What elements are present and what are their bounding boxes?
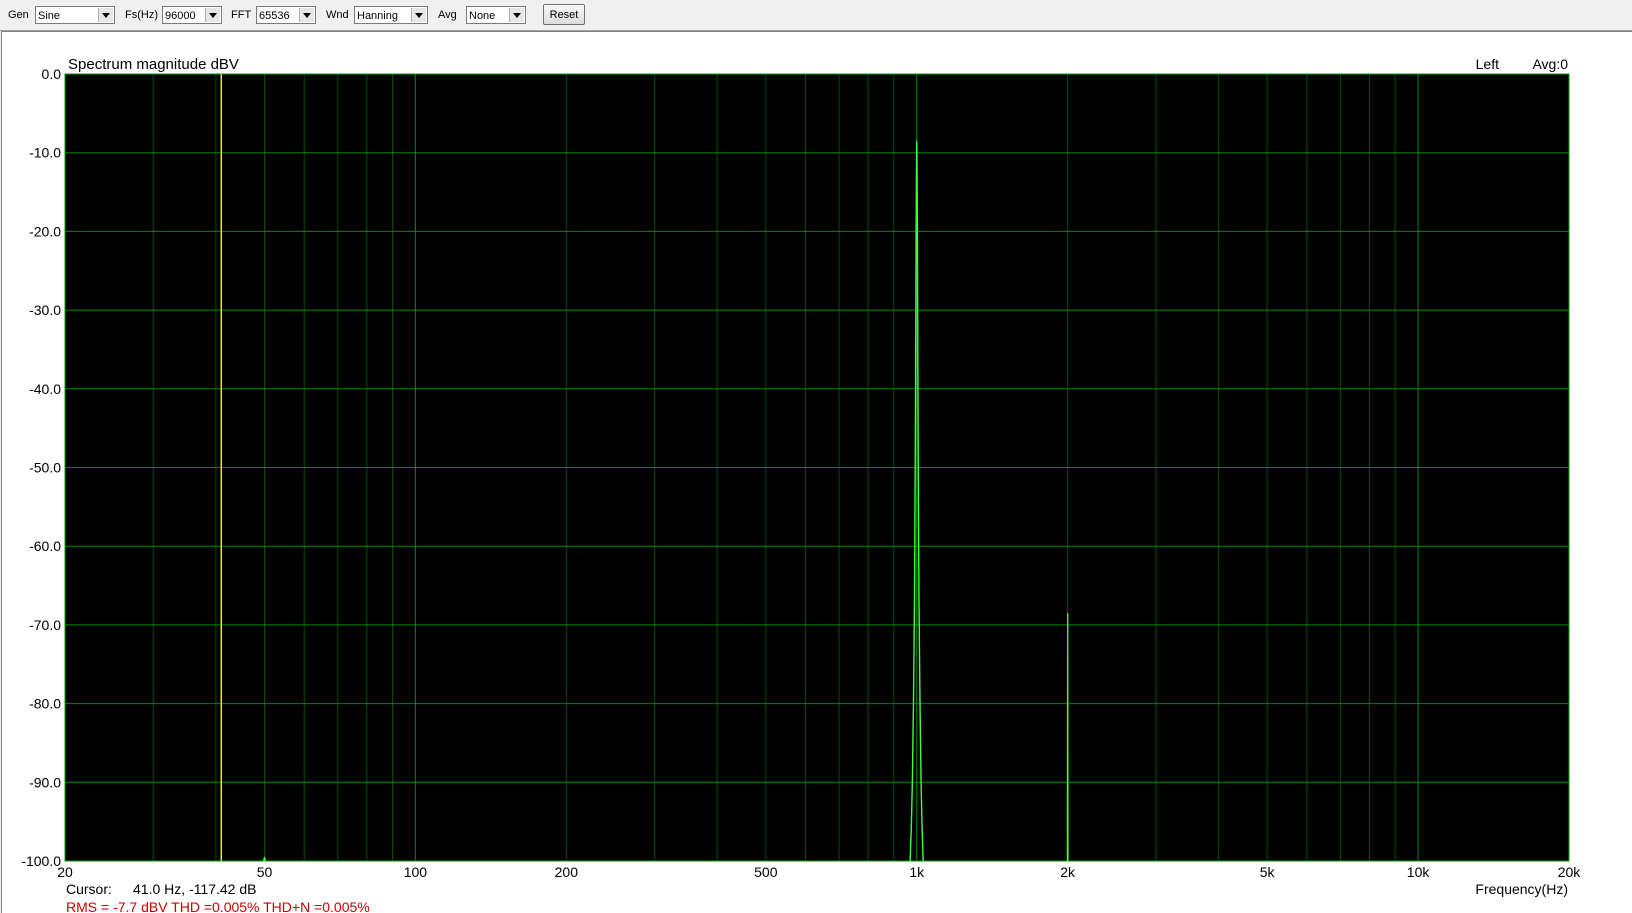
y-tick-label: -90.0: [29, 774, 61, 790]
window-select[interactable]: Hanning: [354, 6, 428, 24]
x-tick-label: 50: [257, 864, 273, 880]
chevron-down-icon: [509, 8, 524, 22]
spectrum-chart[interactable]: 0.0 -10.0 -20.0 -30.0 -40.0 -50.0 -60.0 -70.0 -8…: [2, 32, 1632, 913]
reset-button[interactable]: Reset: [543, 4, 585, 25]
x-tick-label: 10k: [1407, 864, 1431, 880]
y-tick-label: -20.0: [29, 223, 61, 239]
fs-label: Fs(Hz): [125, 9, 158, 21]
x-tick-label: 200: [555, 864, 579, 880]
x-tick-label: 2k: [1060, 864, 1076, 880]
y-tick-label: 0.0: [42, 66, 62, 82]
channel-label: Left: [1476, 56, 1499, 72]
x-tick-label: 20: [57, 864, 73, 880]
chevron-down-icon: [98, 8, 113, 22]
avg-label: Avg: [438, 9, 457, 21]
chart-title: Spectrum magnitude dBV: [68, 56, 239, 73]
y-tick-label: -30.0: [29, 302, 61, 318]
x-tick-label: 20k: [1558, 864, 1582, 880]
x-tick-label: 5k: [1260, 864, 1276, 880]
cursor-readout: 41.0 Hz, -117.42 dB: [133, 881, 256, 897]
x-tick-label: 100: [404, 864, 428, 880]
fft-label: FFT: [231, 9, 251, 21]
y-tick-label: -80.0: [29, 696, 61, 712]
averaging-select-value: None: [469, 10, 495, 22]
y-tick-label: -60.0: [29, 538, 61, 554]
status-line: RMS = -7.7 dBV THD =0.005% THD+N =0.005%: [66, 899, 370, 913]
generator-select-value: Sine: [38, 10, 60, 22]
x-tick-label: 500: [754, 864, 778, 880]
window-select-value: Hanning: [357, 10, 398, 22]
chevron-down-icon: [411, 8, 426, 22]
y-tick-label: -10.0: [29, 145, 61, 161]
avg-status: Avg:0: [1532, 56, 1568, 72]
wnd-label: Wnd: [326, 9, 349, 21]
spectrum-plot-window[interactable]: 0.0 -10.0 -20.0 -30.0 -40.0 -50.0 -60.0 -70.0 -8…: [1, 31, 1632, 913]
arta-brand: ARTA: [1511, 75, 1522, 140]
fft-size-select-value: 65536: [259, 10, 290, 22]
generator-select[interactable]: Sine: [35, 6, 115, 24]
chevron-down-icon: [205, 8, 220, 22]
sample-rate-select-value: 96000: [165, 10, 196, 22]
sample-rate-select[interactable]: 96000: [162, 6, 222, 24]
x-tick-label: 1k: [909, 864, 925, 880]
gen-label: Gen: [8, 9, 29, 21]
chevron-down-icon: [299, 8, 314, 22]
cursor-label: Cursor:: [66, 881, 112, 897]
averaging-select[interactable]: None: [466, 6, 526, 24]
y-tick-label: -50.0: [29, 460, 61, 476]
y-tick-label: -40.0: [29, 381, 61, 397]
fft-size-select[interactable]: 65536: [256, 6, 316, 24]
x-axis-label: Frequency(Hz): [1475, 881, 1568, 897]
y-tick-label: -70.0: [29, 617, 61, 633]
toolbar: Gen Sine Fs(Hz) 96000 FFT 65536 Wnd Hann…: [0, 0, 1632, 31]
y-tick-label: -100.0: [21, 853, 61, 869]
